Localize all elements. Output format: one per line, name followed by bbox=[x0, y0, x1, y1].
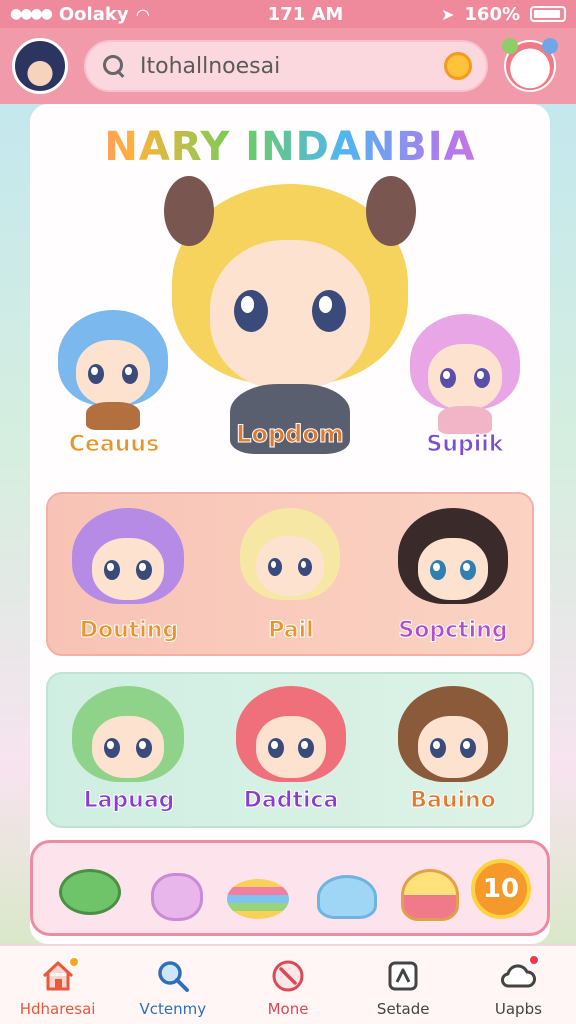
coin-icon[interactable] bbox=[444, 52, 472, 80]
character-row-1: Douting Pail Sopcting bbox=[46, 492, 534, 656]
nav-item-explore[interactable]: Mone bbox=[230, 946, 345, 1024]
rainbow-cake-sticker[interactable] bbox=[225, 857, 291, 923]
character-card-bauino[interactable]: Bauino bbox=[372, 674, 534, 826]
signal-icon: ●●●● bbox=[10, 6, 53, 22]
settings-icon bbox=[385, 958, 421, 994]
character-gallery: NARY INDANBIA Lopdom Ceauus Supiik Douti… bbox=[30, 104, 550, 944]
nav-item-search[interactable]: Vctenmy bbox=[115, 946, 230, 1024]
featured-section: NARY INDANBIA Lopdom Ceauus Supiik bbox=[30, 104, 550, 480]
nav-label: Setade bbox=[376, 1000, 430, 1018]
nav-label: Hdharesai bbox=[19, 1000, 96, 1018]
character-name: Dadtica bbox=[243, 788, 339, 814]
compass-icon bbox=[270, 958, 306, 994]
featured-name-main: Lopdom bbox=[236, 420, 345, 449]
nav-item-settings[interactable]: Setade bbox=[346, 946, 461, 1024]
featured-character-left[interactable] bbox=[58, 310, 168, 430]
search-input[interactable] bbox=[140, 53, 444, 79]
character-name: Lapuag bbox=[83, 788, 175, 814]
character-card-sopcting[interactable]: Sopcting bbox=[372, 494, 534, 654]
featured-character-right[interactable] bbox=[410, 314, 520, 434]
featured-character-main[interactable] bbox=[164, 170, 416, 460]
character-card-pail[interactable]: Pail bbox=[210, 494, 372, 654]
user-avatar[interactable] bbox=[12, 38, 68, 94]
nav-item-home[interactable]: Hdharesai bbox=[0, 946, 115, 1024]
search-bar[interactable] bbox=[84, 40, 488, 92]
carrier-name: Oolaky bbox=[58, 3, 129, 25]
character-card-lapuag[interactable]: Lapuag bbox=[48, 674, 210, 826]
location-icon: ➤ bbox=[440, 4, 455, 24]
character-name: Pail bbox=[268, 618, 314, 644]
search-icon bbox=[102, 54, 126, 78]
wifi-icon: ◠ bbox=[136, 4, 149, 24]
character-name: Bauino bbox=[410, 788, 497, 814]
character-card-dadtica[interactable]: Dadtica bbox=[210, 674, 372, 826]
frog-sticker[interactable] bbox=[57, 857, 123, 923]
battery-icon bbox=[530, 6, 566, 22]
cloud-icon bbox=[500, 954, 541, 994]
search-icon bbox=[155, 958, 191, 994]
mascot-avatar[interactable] bbox=[502, 38, 558, 92]
nav-label: Mone bbox=[267, 1000, 309, 1018]
gallery-title: NARY INDANBIA bbox=[30, 124, 550, 170]
bottom-nav: Hdharesai Vctenmy Mone Setade Uapbs bbox=[0, 944, 576, 1024]
blue-slime-sticker[interactable] bbox=[313, 857, 379, 923]
character-card-douting[interactable]: Douting bbox=[48, 494, 210, 654]
battery-percent: 160% bbox=[464, 3, 520, 25]
bunny-sticker[interactable] bbox=[143, 857, 209, 923]
nav-label: Vctenmy bbox=[139, 1000, 207, 1018]
app-header bbox=[0, 28, 576, 104]
nav-item-cloud[interactable]: Uapbs bbox=[461, 946, 576, 1024]
sticker-count-badge[interactable]: 10 bbox=[471, 859, 531, 919]
nav-label: Uapbs bbox=[494, 1000, 542, 1018]
featured-name-left: Ceauus bbox=[68, 432, 160, 458]
sticker-tray: 10 bbox=[30, 840, 550, 936]
status-bar: ●●●● Oolaky ◠ 171 AM ➤ 160% bbox=[0, 0, 576, 28]
character-row-2: Lapuag Dadtica Bauino bbox=[46, 672, 534, 828]
character-name: Douting bbox=[79, 618, 179, 644]
chick-sticker[interactable] bbox=[397, 857, 463, 923]
home-icon bbox=[40, 956, 80, 994]
featured-name-right: Supiik bbox=[426, 432, 504, 458]
character-name: Sopcting bbox=[398, 618, 508, 644]
status-time: 171 AM bbox=[267, 3, 344, 25]
